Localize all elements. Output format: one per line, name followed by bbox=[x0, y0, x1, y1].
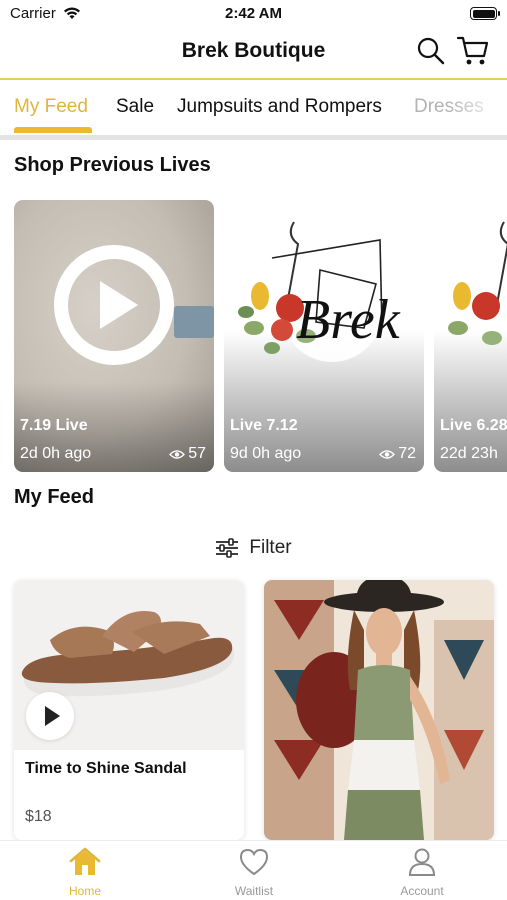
person-icon bbox=[408, 848, 436, 876]
dress-model-image bbox=[264, 580, 494, 840]
live-time-ago: 2d 0h ago bbox=[20, 445, 92, 462]
view-count: 72 bbox=[398, 445, 416, 462]
clock: 2:42 AM bbox=[225, 5, 282, 22]
previous-lives-carousel[interactable]: 7.19 Live 2d 0h ago 57 Brek Live 7.12 9d… bbox=[0, 200, 507, 472]
eye-icon bbox=[169, 449, 186, 459]
product-card[interactable]: Time to Shine Sandal $18 bbox=[14, 580, 244, 840]
sliders-icon bbox=[216, 538, 239, 558]
product-card[interactable] bbox=[264, 580, 494, 840]
nav-account-label: Account bbox=[400, 884, 444, 898]
battery-icon bbox=[470, 7, 500, 20]
product-name: Time to Shine Sandal bbox=[25, 760, 187, 777]
section-title-previous-lives: Shop Previous Lives bbox=[14, 154, 211, 176]
live-title: 7.19 Live bbox=[20, 417, 88, 434]
live-views: 57 bbox=[169, 445, 206, 463]
filter-button[interactable]: Filter bbox=[0, 533, 507, 563]
cart-icon[interactable] bbox=[456, 35, 490, 72]
nav-home[interactable]: Home bbox=[30, 847, 140, 898]
heart-icon bbox=[239, 848, 269, 876]
live-time-ago: 22d 23h bbox=[440, 445, 498, 462]
play-video-button[interactable] bbox=[26, 692, 74, 740]
app-header: Brek Boutique bbox=[0, 28, 507, 78]
product-image bbox=[264, 580, 494, 840]
live-title: Live 7.12 bbox=[230, 417, 298, 434]
live-title: Live 6.28 bbox=[440, 417, 507, 434]
svg-text:Brek: Brek bbox=[296, 289, 401, 351]
live-card[interactable]: 7.19 Live 2d 0h ago 57 bbox=[14, 200, 214, 472]
status-bar: Carrier 2:42 AM bbox=[0, 0, 507, 28]
category-tabs: My Feed Sale Jumpsuits and Rompers Dress… bbox=[0, 80, 507, 136]
view-count: 57 bbox=[188, 445, 206, 462]
tabs-divider bbox=[0, 135, 507, 140]
active-tab-indicator bbox=[14, 127, 92, 133]
bottom-tab-bar: Home Waitlist Account bbox=[0, 840, 507, 900]
nav-waitlist[interactable]: Waitlist bbox=[199, 847, 309, 898]
eye-icon bbox=[379, 449, 396, 459]
filter-label: Filter bbox=[249, 537, 292, 558]
nav-account[interactable]: Account bbox=[367, 847, 477, 898]
section-title-my-feed: My Feed bbox=[14, 486, 95, 508]
tab-my-feed[interactable]: My Feed bbox=[14, 96, 88, 118]
tab-jumpsuits-and-rompers[interactable]: Jumpsuits and Rompers bbox=[177, 96, 382, 118]
search-icon[interactable] bbox=[416, 36, 446, 71]
live-card[interactable]: Live 6.28 22d 23h bbox=[434, 200, 507, 472]
nav-waitlist-label: Waitlist bbox=[234, 884, 274, 898]
tab-sale[interactable]: Sale bbox=[116, 96, 154, 118]
product-price: $18 bbox=[25, 808, 52, 825]
nav-home-label: Home bbox=[68, 884, 101, 898]
home-icon bbox=[69, 847, 101, 875]
live-time-ago: 9d 0h ago bbox=[230, 445, 302, 462]
play-icon[interactable] bbox=[52, 243, 176, 367]
tabs-fade bbox=[447, 80, 507, 136]
live-card[interactable]: Brek Live 7.12 9d 0h ago 72 bbox=[224, 200, 424, 472]
live-views: 72 bbox=[379, 445, 416, 463]
